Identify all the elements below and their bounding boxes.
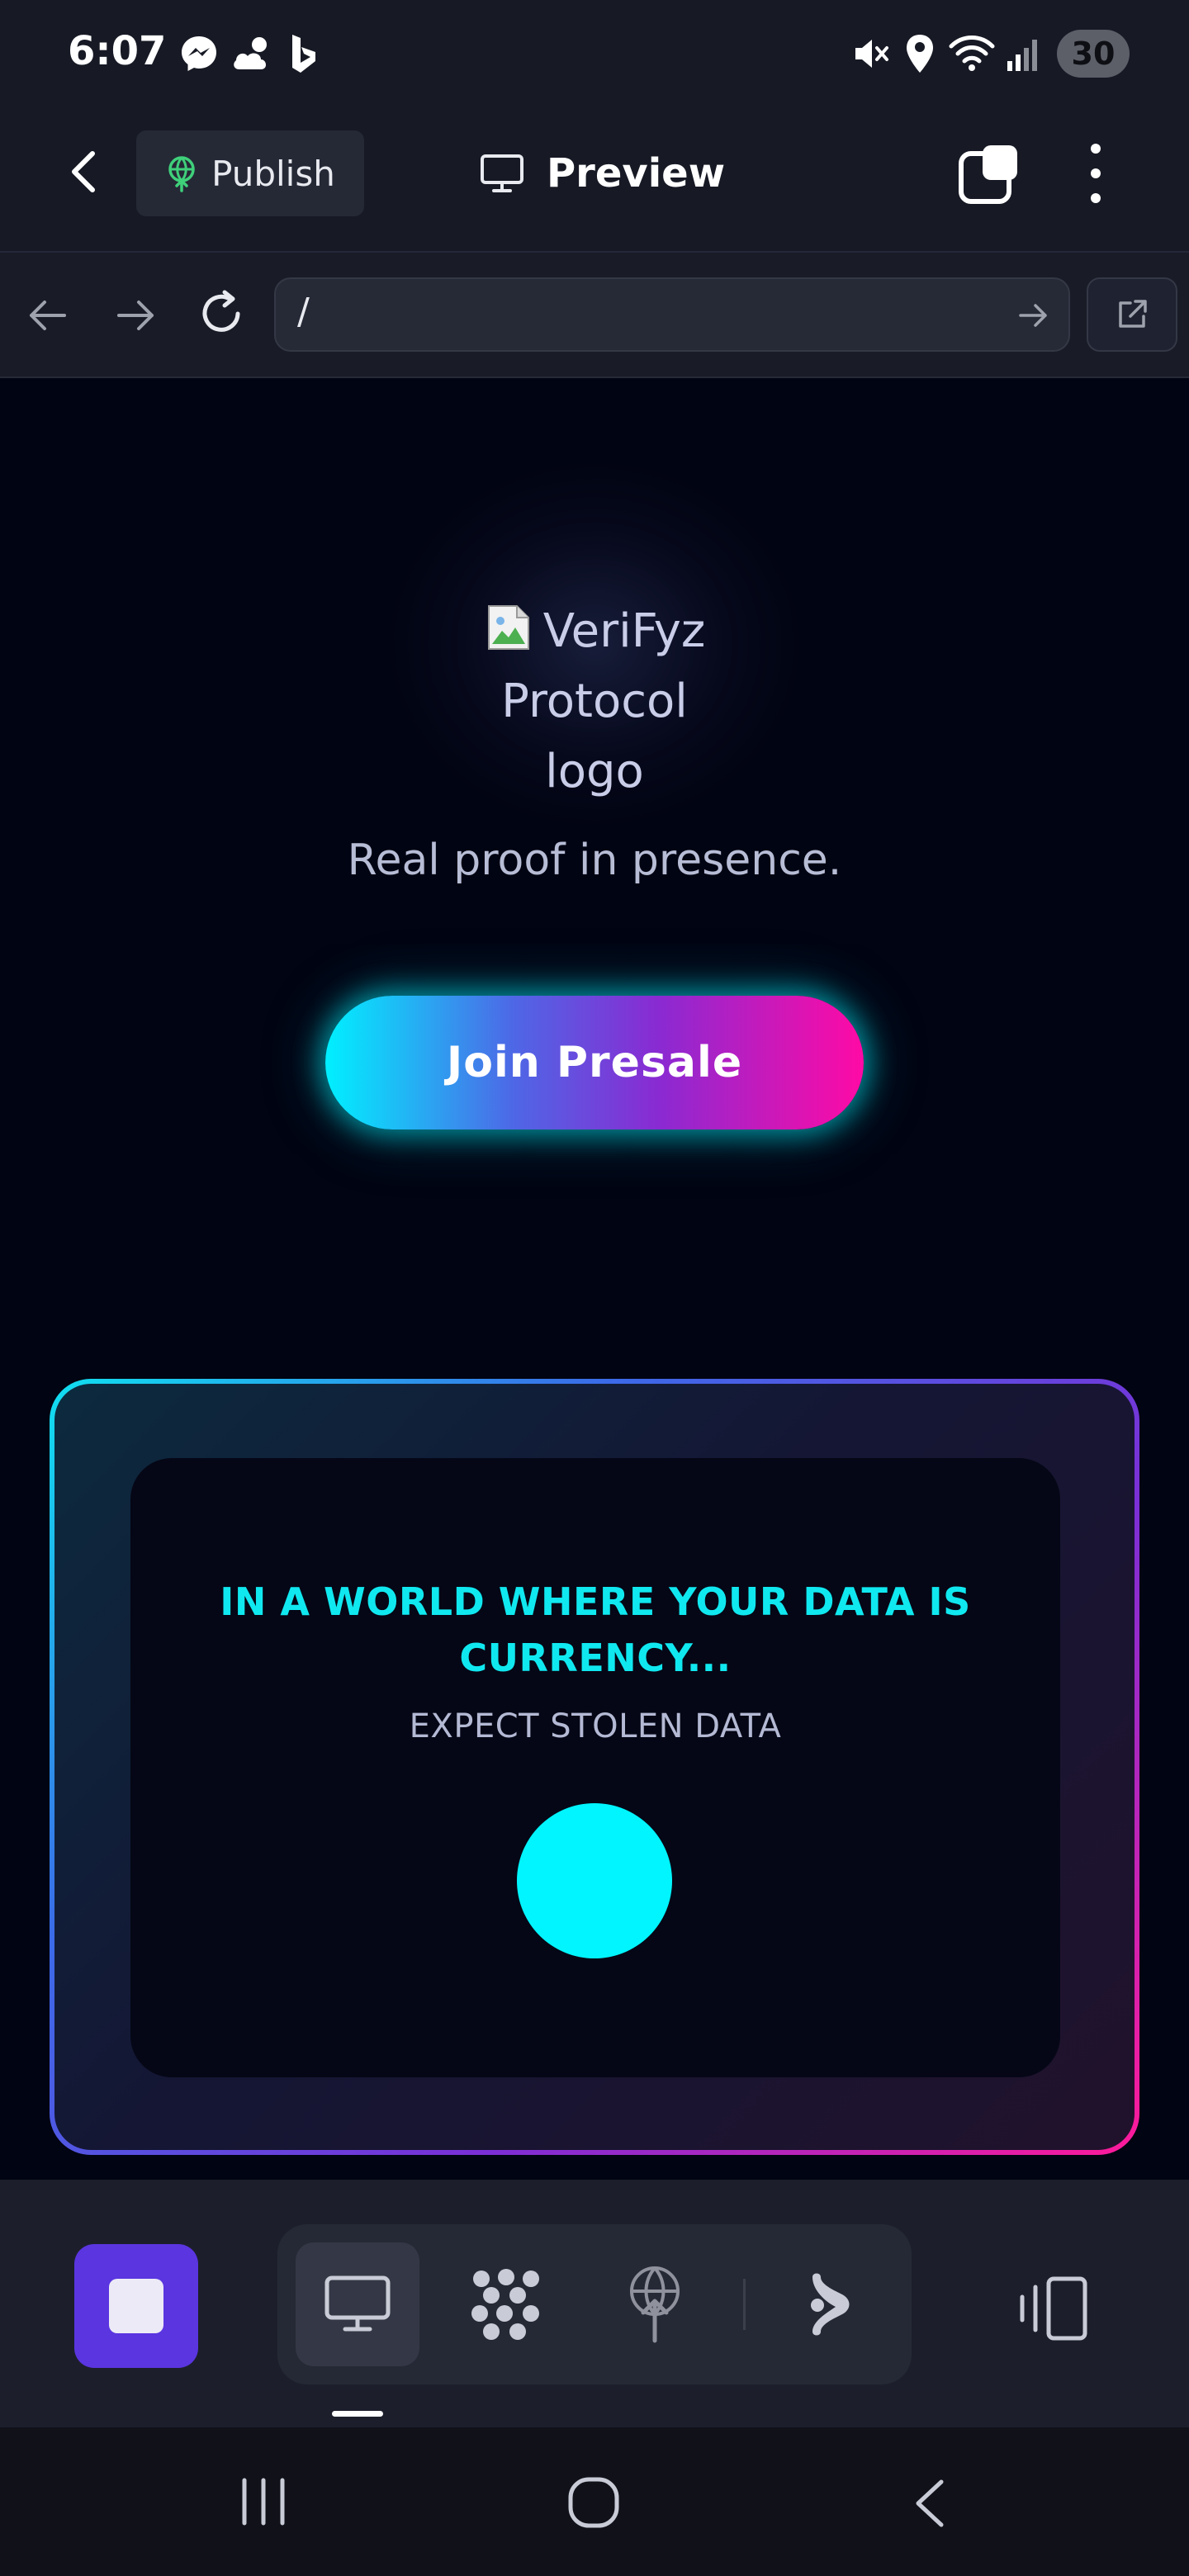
status-time: 6:07 bbox=[68, 28, 167, 74]
battery-indicator: 30 bbox=[1057, 30, 1130, 78]
desktop-view-button[interactable] bbox=[296, 2242, 419, 2366]
open-external-button[interactable] bbox=[1087, 277, 1177, 352]
logo-alt-line-1: VeriFyz bbox=[429, 596, 760, 666]
system-back-icon[interactable] bbox=[908, 2477, 950, 2530]
location-icon bbox=[907, 35, 933, 73]
home-icon[interactable] bbox=[566, 2475, 621, 2530]
components-button[interactable] bbox=[444, 2242, 568, 2366]
feature-card-inner bbox=[130, 1458, 1060, 2077]
monitor-icon bbox=[481, 154, 523, 192]
card-heading-line-1: IN A WORLD WHERE YOUR DATA IS bbox=[220, 1579, 971, 1624]
cloud-sun-icon bbox=[234, 37, 267, 69]
wifi-icon bbox=[949, 36, 995, 71]
publish-label: Publish bbox=[211, 153, 335, 194]
deploy-button[interactable] bbox=[593, 2242, 717, 2366]
stop-button[interactable] bbox=[74, 2244, 198, 2368]
agent-button[interactable] bbox=[768, 2242, 892, 2366]
back-icon[interactable] bbox=[64, 147, 106, 197]
home-indicator bbox=[332, 2411, 383, 2417]
publish-button[interactable]: Publish bbox=[136, 130, 364, 216]
logo-alt-line-2: Protocol bbox=[501, 675, 688, 728]
dots-grid-icon bbox=[471, 2269, 539, 2340]
agent-icon bbox=[811, 2273, 850, 2336]
messenger-icon bbox=[182, 36, 216, 71]
desktop-icon bbox=[324, 2275, 391, 2332]
logo-alt-line-3: logo bbox=[545, 745, 644, 798]
bing-icon bbox=[292, 35, 315, 73]
card-subheading: EXPECT STOLEN DATA bbox=[409, 1707, 782, 1745]
stop-icon bbox=[109, 2279, 163, 2333]
reload-icon[interactable] bbox=[197, 289, 248, 340]
tool-divider bbox=[743, 2279, 746, 2330]
url-bar[interactable] bbox=[274, 277, 1070, 352]
broken-image-icon bbox=[487, 604, 529, 650]
mute-icon bbox=[855, 40, 888, 68]
tagline: Real proof in presence. bbox=[347, 836, 842, 885]
card-heading: IN A WORLD WHERE YOUR DATA IS CURRENCY..… bbox=[130, 1574, 1060, 1686]
signal-icon bbox=[1007, 40, 1037, 71]
url-text[interactable]: / bbox=[297, 291, 310, 333]
logo-image: VeriFyz Protocol logo bbox=[429, 596, 760, 807]
device-toggle-icon[interactable] bbox=[1016, 2275, 1090, 2342]
animated-circle bbox=[517, 1803, 672, 1958]
publish-globe-icon bbox=[168, 156, 195, 192]
tabs-icon[interactable] bbox=[958, 142, 1021, 205]
preview-label: Preview bbox=[547, 150, 726, 197]
join-presale-button[interactable]: Join Presale bbox=[325, 996, 864, 1129]
more-vertical-icon[interactable] bbox=[1083, 140, 1108, 206]
deploy-icon bbox=[630, 2266, 680, 2343]
preview-title: Preview bbox=[479, 139, 725, 208]
card-heading-line-2: CURRENCY... bbox=[459, 1636, 732, 1680]
recents-icon[interactable] bbox=[238, 2477, 289, 2526]
go-arrow-icon[interactable] bbox=[1017, 301, 1050, 330]
external-link-icon bbox=[1119, 300, 1147, 328]
arrow-right-icon[interactable] bbox=[116, 297, 157, 334]
arrow-left-icon[interactable] bbox=[26, 297, 68, 334]
